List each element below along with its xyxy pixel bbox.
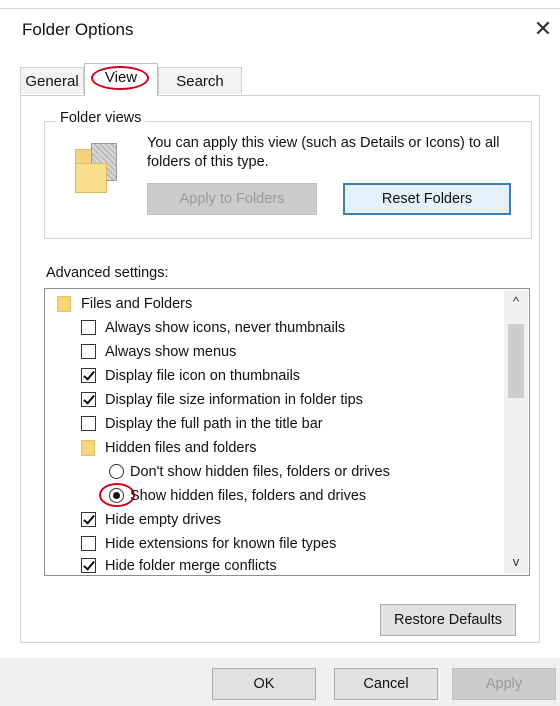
advanced-settings-label: Advanced settings: — [46, 265, 169, 281]
scroll-thumb[interactable] — [508, 324, 524, 398]
list-item-label: Files and Folders — [81, 296, 193, 312]
list-item-label: Always show icons, never thumbnails — [105, 320, 346, 336]
close-icon[interactable]: ✕ — [530, 14, 556, 44]
list-item-label: Show hidden files, folders and drives — [130, 488, 367, 504]
chevron-up-icon[interactable]: ^ — [504, 290, 528, 314]
checkbox-checked[interactable] — [81, 392, 96, 407]
ok-button[interactable]: OK — [212, 668, 316, 700]
apply-to-folders-button[interactable]: Apply to Folders — [147, 183, 317, 215]
folder-icon — [81, 440, 95, 456]
list-item-label: Hide empty drives — [105, 512, 222, 528]
radio-selected[interactable] — [109, 488, 124, 503]
list-item-label: Hide folder merge conflicts — [105, 558, 277, 574]
checkbox-unchecked[interactable] — [81, 416, 96, 431]
checkbox-checked[interactable] — [81, 512, 96, 527]
reset-folders-button[interactable]: Reset Folders — [343, 183, 511, 215]
apply-button[interactable]: Apply — [452, 668, 556, 700]
list-item-label: Always show menus — [105, 344, 237, 360]
chevron-down-icon[interactable]: v — [504, 550, 528, 574]
list-item-label: Display the full path in the title bar — [105, 416, 323, 432]
tab-view[interactable]: View — [84, 63, 158, 96]
advanced-settings-list[interactable]: Files and Folders Always show icons, nev… — [44, 288, 530, 576]
folder-views-description: You can apply this view (such as Details… — [147, 135, 500, 170]
checkbox-unchecked[interactable] — [81, 320, 96, 335]
list-item-label: Display file icon on thumbnails — [105, 368, 301, 384]
cancel-button[interactable]: Cancel — [334, 668, 438, 700]
checkbox-checked[interactable] — [81, 558, 96, 573]
list-scrollbar[interactable]: ^ v — [504, 290, 528, 574]
folder-views-legend: Folder views — [56, 110, 146, 126]
checkbox-checked[interactable] — [81, 368, 96, 383]
folder-views-icon — [75, 143, 121, 193]
list-item-label: Don't show hidden files, folders or driv… — [130, 464, 390, 480]
list-item-label: Hide extensions for known file types — [105, 536, 337, 552]
restore-defaults-button[interactable]: Restore Defaults — [380, 604, 516, 636]
title-bar-divider — [0, 8, 560, 9]
window-title: Folder Options — [22, 20, 134, 39]
tab-view-label: View — [104, 69, 138, 86]
title-bar: Folder Options ✕ — [0, 0, 560, 60]
checkbox-unchecked[interactable] — [81, 344, 96, 359]
folder-icon — [57, 296, 71, 312]
tab-general[interactable]: General — [20, 67, 84, 94]
list-item-label: Display file size information in folder … — [105, 392, 363, 408]
tab-search[interactable]: Search — [158, 67, 242, 94]
list-item-label: Hidden files and folders — [105, 440, 257, 456]
checkbox-unchecked[interactable] — [81, 536, 96, 551]
folder-options-dialog: Folder Options ✕ General View Search Fol… — [0, 0, 560, 706]
radio-unselected[interactable] — [109, 464, 124, 479]
